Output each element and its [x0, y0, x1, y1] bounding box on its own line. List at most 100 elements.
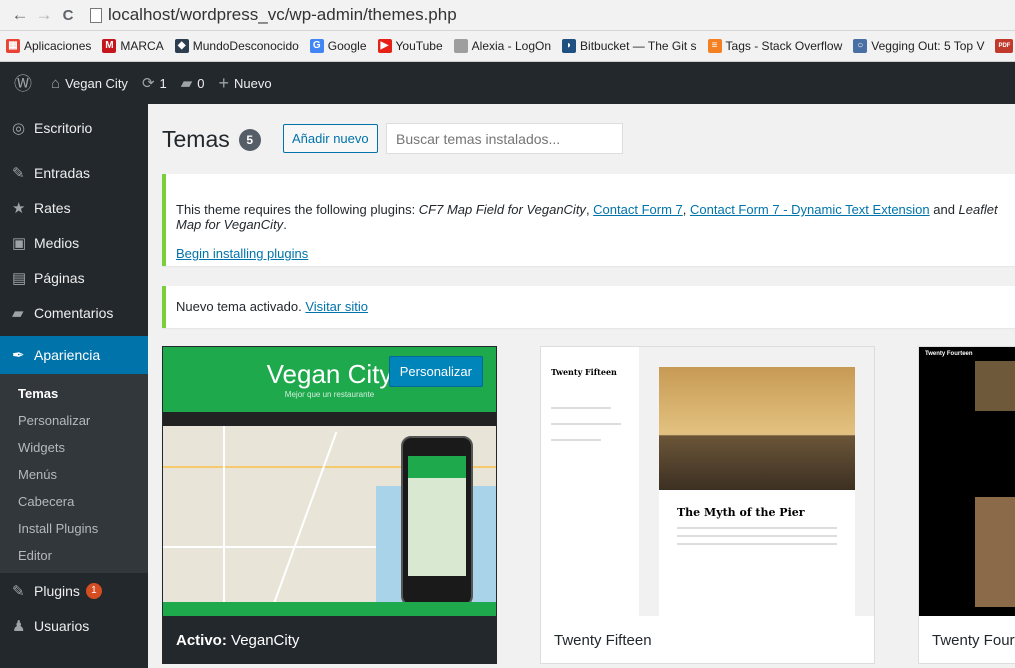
sidebar-item-label: Escritorio [34, 119, 93, 136]
page-title: Temas 5 [162, 126, 261, 153]
bookmark-icon: M [102, 39, 117, 53]
sidebar-item-usuarios[interactable]: ♟ Usuarios [0, 608, 148, 643]
reload-button[interactable]: C [56, 7, 80, 24]
main-content: Temas 5 Añadir nuevo This theme requires… [148, 104, 1015, 668]
bookmark-label: Vegging Out: 5 Top V [871, 39, 985, 53]
theme-card-twenty-fifteen[interactable]: Twenty Fifteen The Myth of the Pier Twen… [540, 346, 875, 664]
bookmark-item[interactable]: PDFCor [995, 39, 1015, 53]
sidebar-item-label: Páginas [34, 269, 85, 286]
submenu-item-cabecera[interactable]: Cabecera [0, 488, 148, 515]
theme-name: Twenty Fifteen [541, 616, 874, 663]
bookmark-icon: ▦ [6, 39, 20, 53]
dashboard-icon: ◎ [12, 119, 26, 137]
bookmark-icon: ○ [853, 39, 868, 53]
users-icon: ♟ [12, 617, 26, 635]
sidebar-item-label: Comentarios [34, 304, 114, 321]
new-content-link[interactable]: + Nuevo [219, 73, 272, 94]
bookmark-icon: ◆ [174, 39, 189, 53]
theme-card-vegancity[interactable]: Vegan City Mejor que un restaurante Acti… [162, 346, 497, 664]
bookmark-item[interactable]: ▦ Aplicaciones [6, 39, 91, 53]
site-name-link[interactable]: ⌂ Vegan City [51, 75, 128, 92]
add-new-theme-button[interactable]: Añadir nuevo [283, 124, 378, 153]
plugin-icon: ✎ [12, 582, 25, 600]
theme-name: Twenty Fourt [932, 631, 1015, 649]
bookmark-label: Tags - Stack Overflow [725, 39, 843, 53]
forward-button[interactable]: → [32, 5, 56, 25]
theme-screenshot: Twenty Fifteen The Myth of the Pier [541, 347, 874, 616]
active-label: Activo: [176, 631, 227, 649]
customize-button[interactable]: Personalizar [388, 356, 483, 387]
bookmark-label: YouTube [395, 39, 443, 53]
screenshot-post-title: The Myth of the Pier [677, 506, 805, 519]
bookmark-item[interactable]: ○ Vegging Out: 5 Top V [853, 39, 984, 53]
submenu-item-editor[interactable]: Editor [0, 542, 148, 569]
sidebar-item-label: Plugins [34, 582, 80, 599]
submenu-item-widgets[interactable]: Widgets [0, 434, 148, 461]
bookmark-label: MARCA [120, 39, 164, 53]
bookmark-item[interactable]: M MARCA [102, 39, 164, 53]
plus-icon: + [218, 72, 230, 93]
screenshot-site-title: Twenty Fourteen [925, 351, 973, 357]
bookmark-label: MundoDesconocido [192, 39, 299, 53]
star-icon: ★ [12, 199, 26, 217]
bookmark-icon: G [309, 39, 324, 53]
sidebar-item-apariencia[interactable]: ✒ Apariencia [0, 336, 148, 374]
screenshot-site-title: Twenty Fifteen [551, 367, 617, 377]
bookmark-item[interactable]: ▶ YouTube [377, 39, 443, 53]
bookmark-label: Google [327, 39, 367, 53]
brush-icon: ✒ [12, 347, 25, 364]
theme-screenshot: Vegan City Mejor que un restaurante [163, 347, 496, 616]
sidebar-item-comentarios[interactable]: ▰ Comentarios [0, 295, 148, 330]
comment-icon: ▰ [180, 75, 193, 92]
plugin-link-contact-form-7[interactable]: Contact Form 7 [593, 202, 683, 217]
theme-activated-notice: Nuevo tema activado. Visitar sitio [162, 286, 1015, 328]
browser-address-bar: ← → C localhost/wordpress_vc/wp-admin/th… [0, 0, 1015, 31]
visit-site-link[interactable]: Visitar sitio [305, 299, 368, 314]
wordpress-logo-icon[interactable]: Ⓦ [14, 70, 37, 96]
sidebar-item-p-ginas[interactable]: ▤ Páginas [0, 260, 148, 295]
bookmark-icon: ≡ [707, 39, 722, 53]
bookmark-icon: PDF [995, 39, 1014, 53]
theme-name: VeganCity [231, 631, 300, 649]
sidebar-item-entradas[interactable]: ✎ Entradas [0, 155, 148, 190]
page-icon [90, 7, 102, 23]
admin-sidebar: ◎ Escritorio ✎ Entradas ★ Rates ▣ Medios ▤ Página… [0, 104, 148, 668]
back-button[interactable]: ← [8, 5, 32, 25]
sidebar-item-label: Usuarios [34, 617, 90, 634]
bookmark-label: Alexia - LogOn [471, 39, 552, 53]
submenu-item-personalizar[interactable]: Personalizar [0, 407, 148, 434]
plugin-link-dynamic-text[interactable]: Contact Form 7 - Dynamic Text Extension [690, 202, 930, 217]
search-themes-input[interactable] [386, 123, 623, 154]
page-icon: ▤ [12, 269, 27, 287]
url-field[interactable]: localhost/wordpress_vc/wp-admin/themes.p… [90, 3, 457, 27]
submenu-item-men-s[interactable]: Menús [0, 461, 148, 488]
sidebar-item-label: Entradas [34, 164, 91, 181]
sidebar-item-rates[interactable]: ★ Rates [0, 190, 148, 225]
theme-card-twenty-fourteen[interactable]: Twenty Fourteen Twenty Fourt [918, 346, 1015, 664]
bookmark-icon: ▶ [377, 39, 392, 53]
submenu-item-temas[interactable]: Temas [0, 380, 148, 407]
submenu-item-install-plugins[interactable]: Install Plugins [0, 515, 148, 542]
appearance-submenu: Temas Personalizar Widgets Menús Cabecera Ins… [0, 374, 148, 573]
home-icon: ⌂ [51, 74, 61, 92]
sidebar-item-escritorio[interactable]: ◎ Escritorio [0, 110, 148, 145]
url-text: localhost/wordpress_vc/wp-admin/themes.p… [108, 5, 457, 24]
bookmark-label: Bitbucket — The Git s [580, 39, 697, 53]
comment-icon: ▰ [12, 304, 24, 322]
comments-link[interactable]: ▰ 0 [181, 74, 205, 92]
sidebar-item-label: Rates [34, 199, 71, 216]
sidebar-item-plugins[interactable]: ✎ Plugins 1 [0, 573, 148, 608]
begin-installing-plugins-link[interactable]: Begin installing plugins [176, 246, 308, 261]
updates-link[interactable]: ⟳ 1 [142, 74, 167, 92]
bookmark-item[interactable]: Alexia - LogOn [453, 39, 552, 53]
bookmark-item[interactable]: ≡ Tags - Stack Overflow [707, 39, 843, 53]
bookmark-item[interactable]: G Google [309, 39, 367, 53]
required-plugins-notice: This theme requires the following plugin… [162, 174, 1015, 266]
sidebar-item-medios[interactable]: ▣ Medios [0, 225, 148, 260]
theme-screenshot: Twenty Fourteen [919, 347, 1015, 616]
update-icon: ⟳ [141, 75, 155, 92]
pin-icon: ✎ [12, 164, 25, 182]
bookmark-item[interactable]: ◆ MundoDesconocido [174, 39, 299, 53]
bookmark-icon: ◗ [562, 39, 577, 53]
bookmark-item[interactable]: ◗ Bitbucket — The Git s [562, 39, 697, 53]
